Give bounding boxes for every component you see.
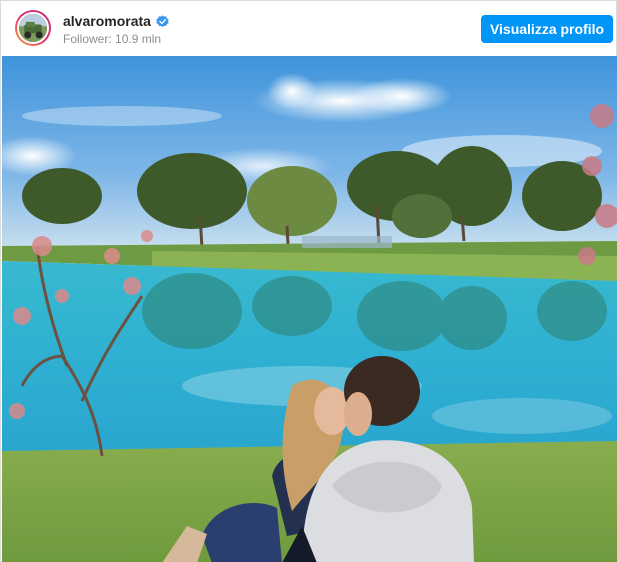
verified-badge-icon xyxy=(156,14,169,27)
avatar[interactable] xyxy=(15,10,51,46)
instagram-embed: alvaromorata Follower: 10.9 mln Visualiz… xyxy=(0,0,617,562)
username[interactable]: alvaromorata xyxy=(63,13,151,29)
post-photo[interactable] xyxy=(2,56,617,562)
post-header: alvaromorata Follower: 10.9 mln Visualiz… xyxy=(1,1,616,55)
view-profile-button[interactable]: Visualizza profilo xyxy=(481,15,613,43)
follower-count: Follower: 10.9 mln xyxy=(63,32,162,46)
avatar-image xyxy=(19,14,47,42)
